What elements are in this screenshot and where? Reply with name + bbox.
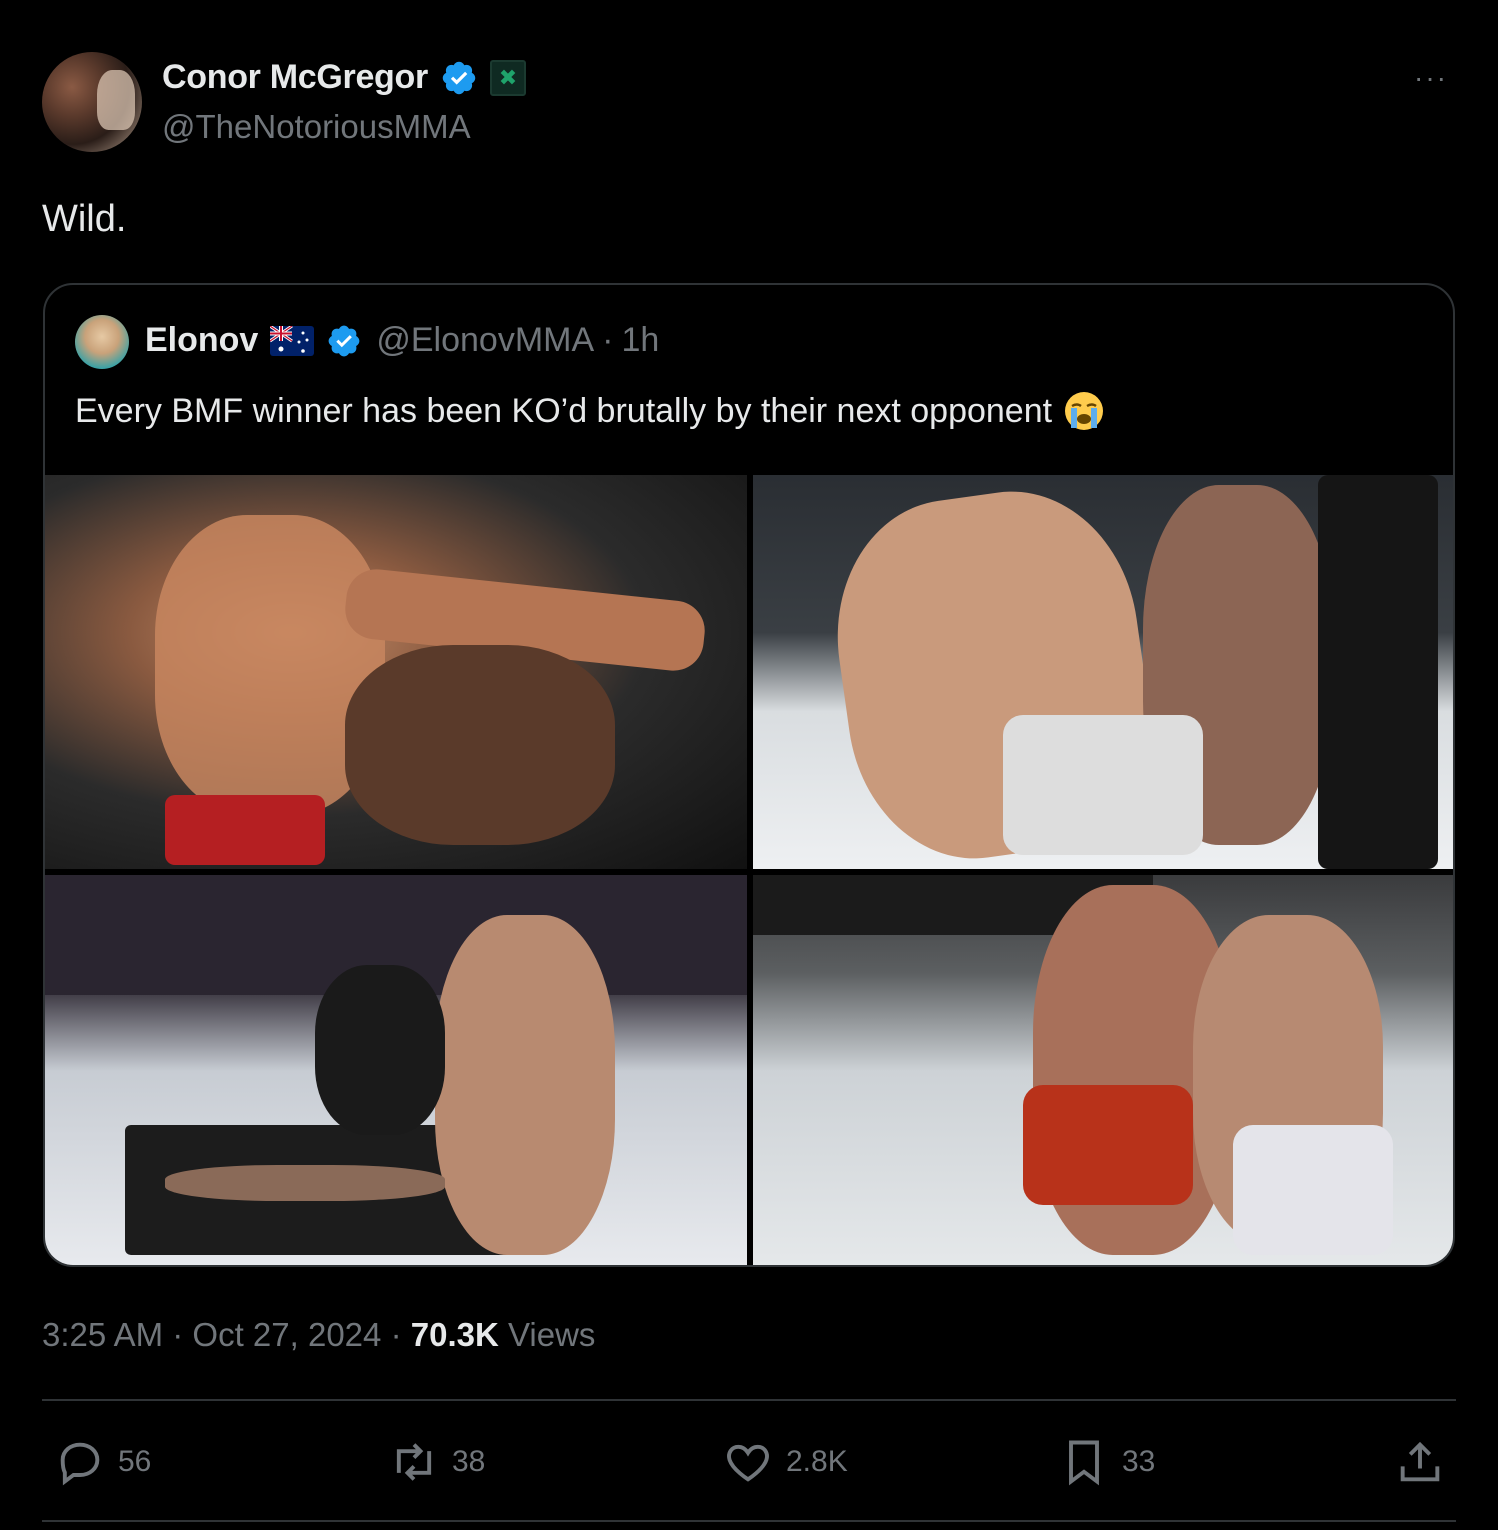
author-handle[interactable]: @TheNotoriousMMA [162, 108, 471, 146]
bookmark-icon [1069, 1440, 1099, 1486]
divider [42, 1520, 1456, 1522]
views-count: 70.3K [410, 1316, 499, 1353]
tweet-date[interactable]: Oct 27, 2024 [192, 1316, 381, 1353]
like-count: 2.8K [786, 1445, 848, 1478]
more-options-icon[interactable]: ··· [1414, 62, 1448, 94]
repost-icon [396, 1443, 432, 1481]
bookmark-count: 33 [1122, 1445, 1156, 1478]
repost-button[interactable]: 38 [388, 1436, 485, 1488]
affiliate-badge-icon[interactable]: ✖ [489, 59, 526, 96]
quoted-author-name[interactable]: Elonov [145, 321, 258, 360]
views-label: Views [507, 1316, 596, 1353]
meta-separator: · [172, 1316, 184, 1353]
reply-icon [60, 1442, 100, 1486]
verified-badge-icon [442, 61, 476, 94]
photo-4[interactable] [753, 875, 1453, 1265]
photo-2[interactable] [753, 475, 1453, 869]
tweet-text: Wild. [42, 198, 127, 240]
share-button[interactable] [1394, 1436, 1446, 1488]
photo-1[interactable] [45, 475, 747, 869]
reply-count: 56 [118, 1445, 152, 1478]
quoted-tweet-text: Every BMF winner has been KO’d brutally … [75, 391, 1053, 430]
share-icon [1400, 1441, 1440, 1482]
divider [42, 1399, 1456, 1401]
author-name-row: Conor McGregor ✖ [162, 58, 526, 97]
reply-button[interactable]: 56 [54, 1436, 151, 1488]
author-display-name[interactable]: Conor McGregor [162, 58, 428, 97]
quoted-tweet[interactable]: Elonov @ElonovMMA · 1h Every BMF winner … [43, 283, 1455, 1267]
photo-grid [45, 475, 1453, 1265]
author-avatar[interactable] [42, 52, 142, 152]
quoted-author-avatar[interactable] [75, 315, 129, 369]
repost-count: 38 [452, 1445, 486, 1478]
quoted-verified-badge-icon [328, 325, 360, 356]
bookmark-button[interactable]: 33 [1058, 1436, 1155, 1488]
time-separator: · [602, 321, 614, 359]
australia-flag-icon [270, 325, 315, 356]
like-button[interactable]: 2.8K [722, 1436, 848, 1488]
tweet-time[interactable]: 3:25 AM [42, 1316, 163, 1353]
heart-icon [727, 1444, 769, 1482]
quoted-tweet-age[interactable]: 1h [621, 321, 659, 360]
tweet-meta: 3:25 AM · Oct 27, 2024 · 70.3K Views [42, 1316, 595, 1354]
meta-separator: · [390, 1316, 402, 1353]
loudly-crying-face-icon [1065, 392, 1104, 430]
quoted-tweet-text-row: Every BMF winner has been KO’d brutally … [75, 389, 1106, 433]
quoted-author-row: Elonov @ElonovMMA · 1h [145, 321, 659, 360]
photo-3[interactable] [45, 875, 747, 1265]
quoted-author-handle[interactable]: @ElonovMMA [376, 321, 594, 360]
